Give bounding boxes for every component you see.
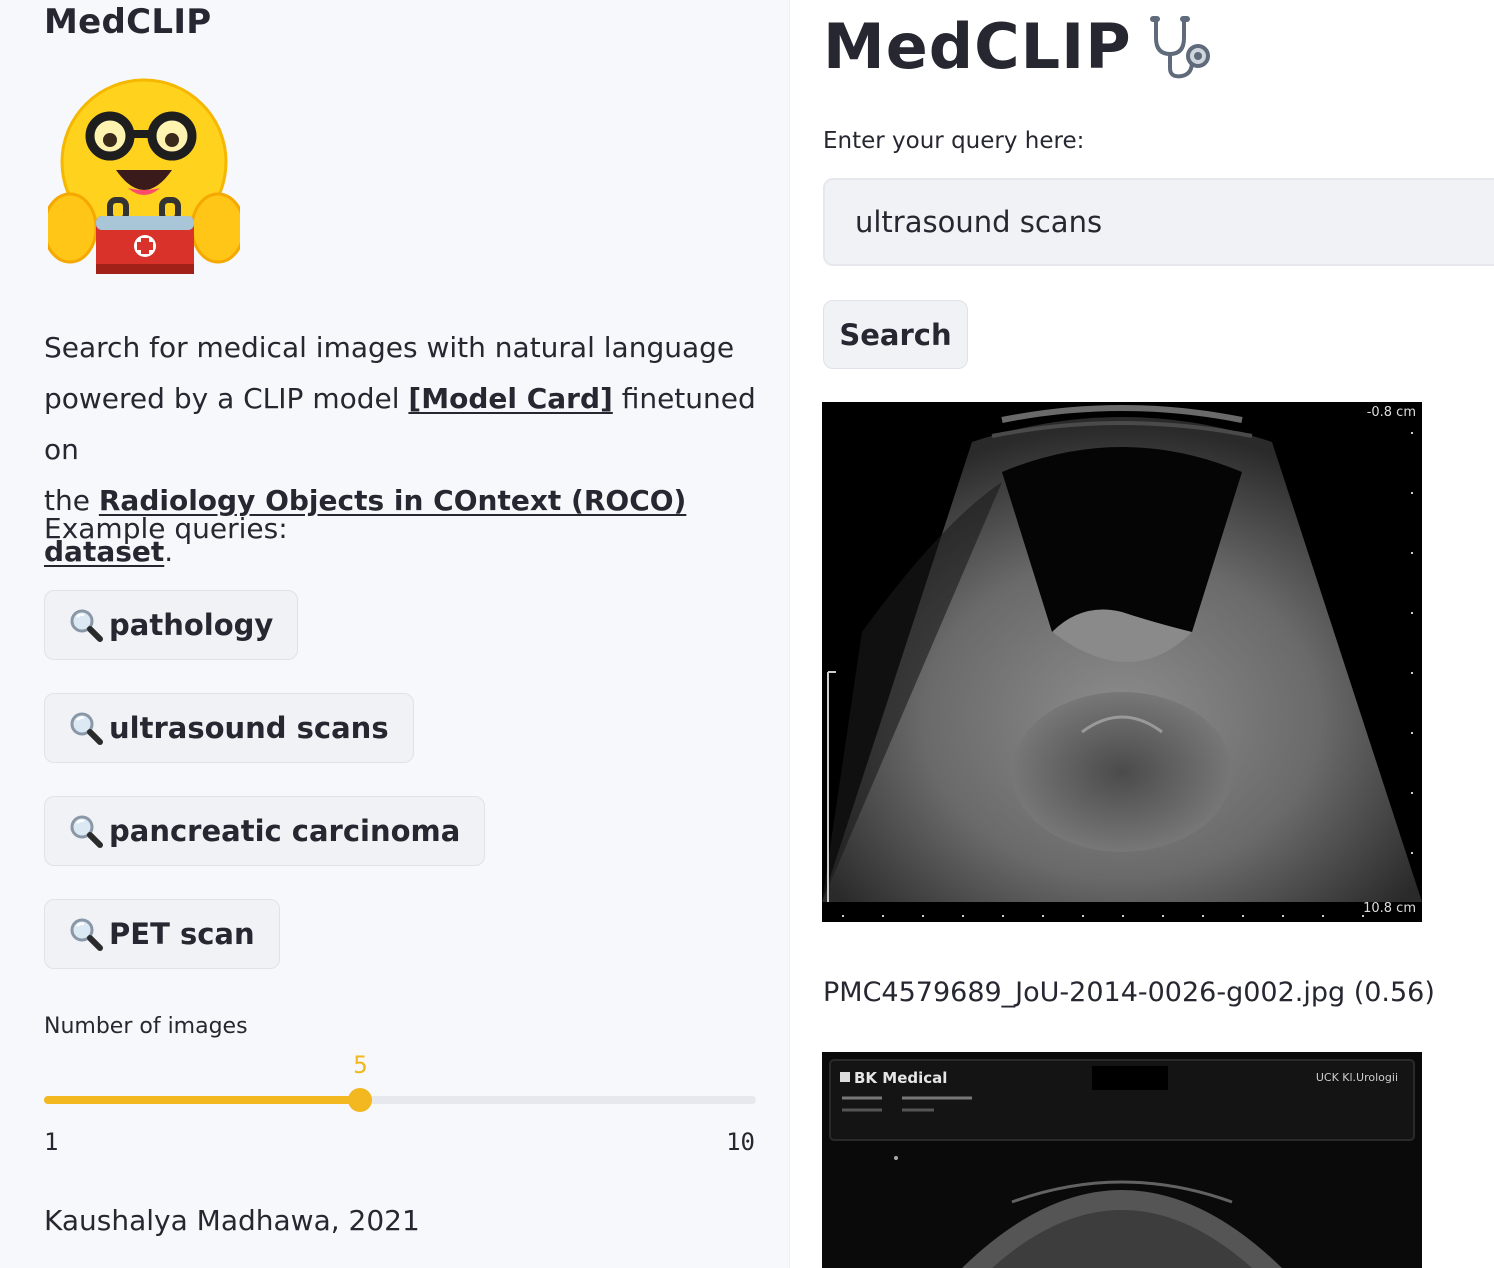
model-card-link[interactable]: [Model Card] [408, 382, 612, 415]
magnifier-icon [70, 712, 103, 745]
depth-bottom-label: 10.8 cm [1363, 901, 1416, 916]
query-label: Enter your query here: [823, 128, 1085, 154]
page-title: MedCLIP [823, 10, 1216, 83]
slider-min-label: 1 [44, 1128, 59, 1156]
description-line-2-start: powered by a CLIP model [44, 382, 409, 415]
example-query-button-pathology[interactable]: pathology [44, 590, 299, 660]
stethoscope-icon [1149, 15, 1210, 78]
example-query-label: pancreatic carcinoma [109, 814, 461, 848]
magnifier-icon [70, 609, 103, 642]
author-footer: Kaushalya Madhawa, 2021 [44, 1204, 420, 1237]
result-image-2: BK Medical UCK Kl.Urologii [822, 1052, 1422, 1268]
depth-top-label: -0.8 cm [1367, 405, 1416, 420]
slider-current-value: 5 [353, 1051, 368, 1079]
page-title-text: MedCLIP [823, 10, 1132, 83]
main-content: MedCLIP Enter your query here: Search [790, 0, 1494, 1268]
result-image-1: -0.8 cm 10.8 cm [822, 402, 1422, 922]
example-query-label: ultrasound scans [109, 711, 389, 745]
slider-thumb[interactable] [348, 1088, 373, 1112]
sidebar: MedCLIP Search for medical images with n… [0, 0, 790, 1268]
result-1-caption: PMC4579689_JoU-2014-0026-g002.jpg (0.56) [823, 977, 1435, 1008]
description-line-1: Search for medical images with natural l… [44, 331, 735, 364]
magnifier-icon [70, 918, 103, 951]
slider-fill [44, 1096, 361, 1104]
sidebar-title: MedCLIP [44, 2, 212, 42]
hugging-face-doctor-emoji-icon [48, 78, 240, 274]
magnifier-icon [70, 815, 103, 848]
example-query-button-pancreatic-carcinoma[interactable]: pancreatic carcinoma [44, 796, 486, 866]
example-query-button-ultrasound-scans[interactable]: ultrasound scans [44, 693, 414, 763]
scanner-clinic-label: UCK Kl.Urologii [1316, 1071, 1398, 1084]
number-of-images-label: Number of images [44, 1014, 248, 1039]
example-query-button-pet-scan[interactable]: PET scan [44, 899, 280, 969]
example-queries-label: Example queries: [44, 512, 288, 545]
search-button[interactable]: Search [823, 300, 968, 369]
query-input[interactable] [823, 178, 1494, 266]
number-of-images-slider[interactable] [44, 1088, 756, 1112]
scanner-brand-label: BK Medical [854, 1069, 947, 1087]
app-root: MedCLIP Search for medical images with n… [0, 0, 1494, 1268]
slider-max-label: 10 [726, 1128, 755, 1156]
example-query-label: pathology [109, 608, 274, 642]
example-query-label: PET scan [109, 917, 255, 951]
